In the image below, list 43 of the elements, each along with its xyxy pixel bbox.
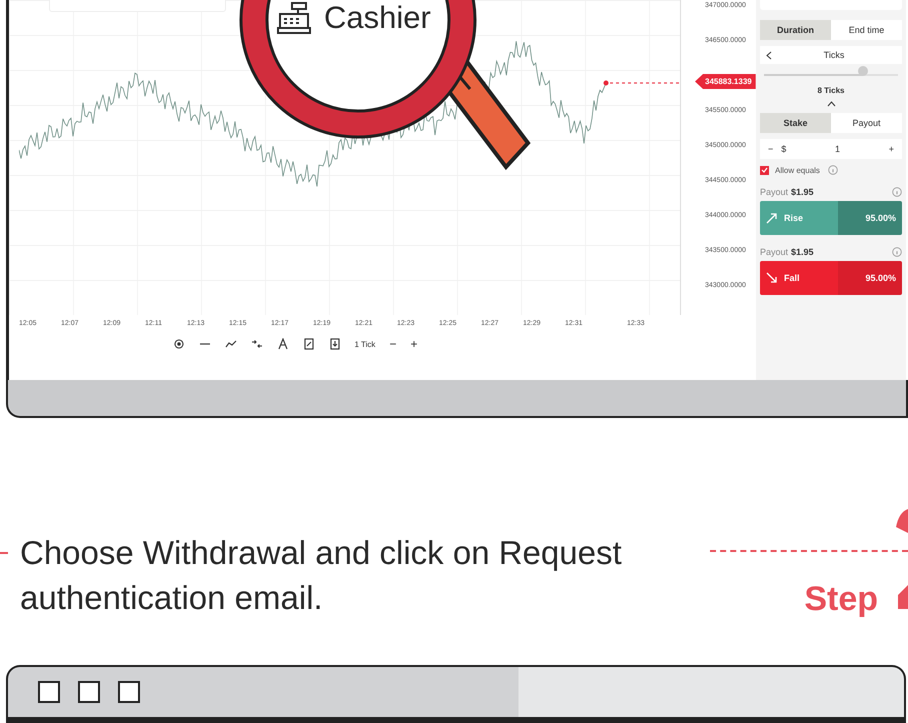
info-icon[interactable]: [828, 165, 838, 175]
zoom-out-button[interactable]: −: [389, 337, 396, 351]
payout-label: Payout: [760, 247, 788, 257]
slider-thumb[interactable]: [858, 66, 868, 76]
duration-tab[interactable]: Duration: [760, 20, 831, 40]
payout-label: Payout: [760, 187, 788, 197]
stake-tab[interactable]: Stake: [760, 113, 831, 133]
window-control[interactable]: [38, 681, 60, 703]
payout-amount: $1.95: [791, 247, 814, 257]
arrow-up-right-icon: [766, 212, 778, 224]
decrease-button[interactable]: −: [768, 144, 774, 154]
rise-button[interactable]: Rise 95.00%: [760, 201, 902, 235]
chevron-up-icon[interactable]: [826, 101, 836, 107]
step-label: Step: [804, 580, 878, 619]
zigzag-line-icon[interactable]: [224, 338, 237, 350]
chevron-left-icon[interactable]: [766, 50, 772, 60]
duration-value: 8 Ticks: [816, 86, 846, 95]
window-control[interactable]: [118, 681, 140, 703]
converging-arrows-icon[interactable]: [250, 338, 263, 350]
fall-button[interactable]: Fall 95.00%: [760, 261, 902, 295]
download-icon[interactable]: [328, 338, 341, 350]
current-price-dot: [604, 80, 608, 86]
interval-label[interactable]: 1 Tick: [354, 340, 376, 348]
window-control[interactable]: [78, 681, 100, 703]
cashier-label: Cashier: [324, 0, 431, 36]
leader-line: [610, 82, 679, 84]
stake-input[interactable]: 1: [794, 144, 881, 154]
arrow-down-right-icon: [766, 272, 778, 284]
info-icon[interactable]: [892, 187, 902, 197]
instruction-text: Choose Withdrawal and click on Request authentication email.: [20, 533, 623, 618]
info-icon[interactable]: [892, 247, 902, 257]
currency-label: $: [781, 144, 786, 154]
cash-register-icon: [276, 2, 312, 34]
current-price-tag: 345883.1339: [695, 74, 756, 89]
zoom-in-button[interactable]: +: [410, 337, 418, 351]
allow-equals-checkbox[interactable]: [760, 166, 769, 174]
allow-equals-label: Allow equals: [775, 166, 820, 174]
payout-amount: $1.95: [791, 187, 814, 197]
duration-unit-selector[interactable]: Ticks: [760, 46, 902, 64]
increase-button[interactable]: +: [888, 144, 894, 154]
template-icon[interactable]: [302, 338, 315, 350]
letter-a-icon[interactable]: [276, 338, 289, 350]
crosshair-icon[interactable]: [172, 338, 185, 350]
